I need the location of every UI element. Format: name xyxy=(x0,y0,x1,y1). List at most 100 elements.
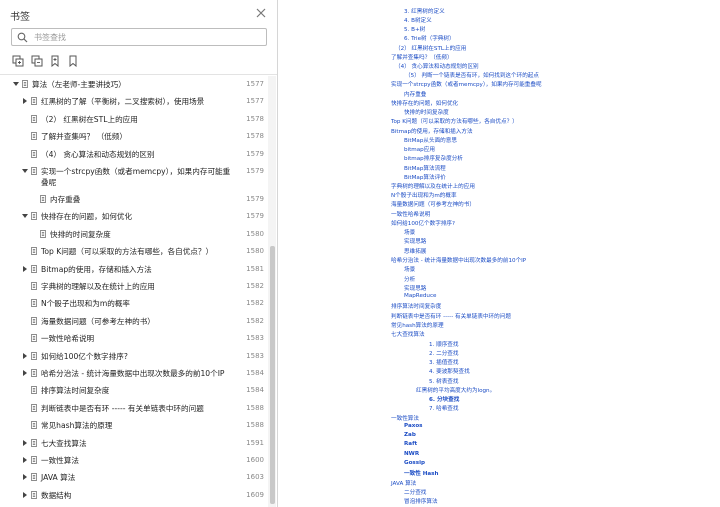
toc-link[interactable]: （4） 贪心算法和动态规划的区别 xyxy=(395,62,479,70)
add-bookmark-icon[interactable] xyxy=(49,55,61,67)
caret-right-icon[interactable] xyxy=(22,97,28,105)
bookmark-item[interactable]: 常见hash算法的原理 1588 xyxy=(0,417,268,434)
toc-link[interactable]: 思维拓展 xyxy=(404,247,426,255)
toc-link[interactable]: Zab xyxy=(404,432,416,438)
caret-down-icon[interactable] xyxy=(13,80,19,88)
toc-link[interactable]: 5. 树表查找 xyxy=(429,377,459,385)
toc-link[interactable]: 场景 xyxy=(404,228,415,236)
bookmark-item[interactable]: 内存重叠 1579 xyxy=(0,191,268,208)
toc-link[interactable]: NWR xyxy=(404,451,419,457)
bookmark-item[interactable]: 海量数据问题（可参考左神的书） 1582 xyxy=(0,313,268,330)
toc-link[interactable]: 6. 分块查找 xyxy=(429,395,459,403)
caret-right-icon[interactable] xyxy=(22,265,28,273)
toc-link[interactable]: 如何给100亿个数字排序? xyxy=(391,219,455,227)
toc-link[interactable]: （2） 红黑树在STL上的应用 xyxy=(395,44,466,52)
bookmark-item[interactable]: Bitmap的使用，存储和插入方法 1581 xyxy=(0,261,268,278)
caret-right-icon[interactable] xyxy=(22,491,28,499)
bookmark-item[interactable]: 实现一个strcpy函数（或者memcpy），如果内存可能重 叠呢 1579 xyxy=(0,163,268,191)
bookmark-item[interactable]: 红黑树的了解（平衡树，二叉搜索树），使用场景 1577 xyxy=(0,93,268,110)
toc-link[interactable]: 常见hash算法的原理 xyxy=(391,321,444,329)
toc-link[interactable]: （5） 判断一个链表是否有环，如何找到这个环的起点 xyxy=(405,71,539,79)
bookmark-item[interactable]: （2） 红黑树在STL上的应用 1578 xyxy=(0,111,268,128)
toc-link[interactable]: Paxos xyxy=(404,423,423,429)
toc-link[interactable]: 了解并查集吗？（低频） xyxy=(391,53,453,61)
bookmark-item[interactable]: 快排的时间复杂度 1580 xyxy=(0,226,268,243)
caret-right-icon[interactable] xyxy=(22,352,28,360)
bookmark-search-input[interactable] xyxy=(34,31,254,43)
bookmark-item[interactable]: 一致性哈希说明 1583 xyxy=(0,330,268,347)
toc-link[interactable]: 2. 二分查找 xyxy=(429,349,459,357)
toc-link[interactable]: 排序算法时间复杂度 xyxy=(391,302,441,310)
toc-link[interactable]: 分析 xyxy=(404,275,415,283)
close-icon[interactable] xyxy=(255,7,267,19)
toc-link[interactable]: 实现思路 xyxy=(404,284,426,292)
toc-link[interactable]: 海量数据问题（可参考左神的书） xyxy=(391,200,475,208)
toc-link[interactable]: 一致性哈希说明 xyxy=(391,210,430,218)
toc-link[interactable]: 冒泡排序算法 xyxy=(404,497,438,505)
toc-link[interactable]: 1. 顺序查找 xyxy=(429,340,459,348)
toc-link[interactable]: BitMap算法评价 xyxy=(404,173,446,181)
toc-link[interactable]: 6. Trie树（字典树） xyxy=(404,34,455,42)
toc-link[interactable]: 场景 xyxy=(404,265,415,273)
toc-link[interactable]: 实现思路 xyxy=(404,237,426,245)
bookmark-item[interactable]: 快排存在的问题，如何优化 1579 xyxy=(0,208,268,225)
bookmark-search-box[interactable] xyxy=(11,28,267,46)
bookmark-item[interactable]: 字典树的理解以及在统计上的应用 1582 xyxy=(0,278,268,295)
caret-right-icon[interactable] xyxy=(22,473,28,481)
bookmark-item[interactable]: 判断链表中是否有环 ----- 有关单链表中环的问题 1588 xyxy=(0,400,268,417)
bookmark-item[interactable]: 一致性算法 1600 xyxy=(0,452,268,469)
toc-link[interactable]: 快排的时间复杂度 xyxy=(404,108,449,116)
toc-link[interactable]: 7. 哈希查找 xyxy=(429,404,459,412)
caret-right-icon[interactable] xyxy=(22,369,28,377)
bookmark-item[interactable]: 数据结构 1609 xyxy=(0,487,268,504)
toc-link[interactable]: BitMap算法流程 xyxy=(404,164,446,172)
bookmark-item[interactable]: N个骰子出现和为m的概率 1582 xyxy=(0,295,268,312)
bookmark-item[interactable]: （4） 贪心算法和动态规划的区别 1579 xyxy=(0,146,268,163)
caret-down-icon[interactable] xyxy=(22,167,28,175)
bookmark-item[interactable]: Top K问题（可以采取的方法有哪些，各自优点？） 1580 xyxy=(0,243,268,260)
bookmark-item[interactable]: 排序算法时间复杂度 1584 xyxy=(0,382,268,399)
bookmark-properties-icon[interactable] xyxy=(67,55,79,67)
bookmark-item[interactable]: 哈希分治法 - 统计海量数据中出现次数最多的前10个IP 1584 xyxy=(0,365,268,382)
expand-all-icon[interactable] xyxy=(12,55,24,67)
toc-link[interactable]: N个骰子出现和为m的概率 xyxy=(391,191,457,199)
bookmark-label: 快排的时间复杂度 xyxy=(50,229,111,239)
toc-link[interactable]: Bitmap的使用，存储和插入方法 xyxy=(391,127,473,135)
toc-link[interactable]: MapReduce xyxy=(404,293,437,299)
toc-link[interactable]: 4. B树定义 xyxy=(404,16,432,24)
toc-link[interactable]: 3. 红黑树的定义 xyxy=(404,7,445,15)
toc-link[interactable]: 哈希分治法 - 统计海量数据中出现次数最多的前10个IP xyxy=(391,256,526,264)
bookmark-page-number: 1581 xyxy=(246,264,264,273)
toc-link[interactable]: 判断链表中是否有环 ----- 有关单链表中环的问题 xyxy=(391,312,511,320)
bookmark-item[interactable]: 了解并查集吗？ （低频） 1578 xyxy=(0,128,268,145)
toc-link[interactable]: JAVA 算法 xyxy=(391,479,416,487)
toc-link[interactable]: 内存重叠 xyxy=(404,90,426,98)
toc-link[interactable]: 实现一个strcpy函数（或者memcpy），如果内存可能重叠呢 xyxy=(391,80,542,88)
toc-link[interactable]: 七大查找算法 xyxy=(391,330,425,338)
toc-link[interactable]: 4. 斐波那契查找 xyxy=(429,367,470,375)
caret-right-icon[interactable] xyxy=(22,456,28,464)
caret-right-icon[interactable] xyxy=(22,439,28,447)
bookmark-item[interactable]: 七大查找算法 1591 xyxy=(0,435,268,452)
collapse-all-icon[interactable] xyxy=(31,55,43,67)
bookmark-item[interactable]: 算法（左老师-主要讲技巧） 1577 xyxy=(0,76,268,93)
toc-link[interactable]: Gossip xyxy=(404,460,425,466)
toc-link[interactable]: 5. B+树 xyxy=(404,25,425,33)
bookmark-item[interactable]: JAVA 算法 1603 xyxy=(0,469,268,486)
caret-down-icon[interactable] xyxy=(22,212,28,220)
toc-link[interactable]: bitmap排序复杂度分析 xyxy=(404,154,463,162)
scrollbar-thumb[interactable] xyxy=(270,246,275,504)
toc-link[interactable]: 快排存在的问题，如何优化 xyxy=(391,99,458,107)
toc-link[interactable]: bitmap应用 xyxy=(404,145,435,153)
bookmark-scrollbar[interactable] xyxy=(268,76,276,507)
toc-link[interactable]: 红黑树的平均高度大约为logn。 xyxy=(416,386,495,394)
toc-link[interactable]: 二分查找 xyxy=(404,488,426,496)
toc-link[interactable]: 一致性 Hash xyxy=(404,469,439,477)
toc-link[interactable]: BitMap从头面的意思 xyxy=(404,136,457,144)
toc-link[interactable]: 字典树的理解以及在统计上的应用 xyxy=(391,182,475,190)
toc-link[interactable]: 一致性算法 xyxy=(391,414,419,422)
toc-link[interactable]: Top K问题（可以采取的方法有哪些，各自优点？） xyxy=(391,117,518,125)
toc-link[interactable]: Raft xyxy=(404,441,417,447)
bookmark-item[interactable]: 如何给100亿个数字排序? 1583 xyxy=(0,348,268,365)
toc-link[interactable]: 3. 插值查找 xyxy=(429,358,459,366)
